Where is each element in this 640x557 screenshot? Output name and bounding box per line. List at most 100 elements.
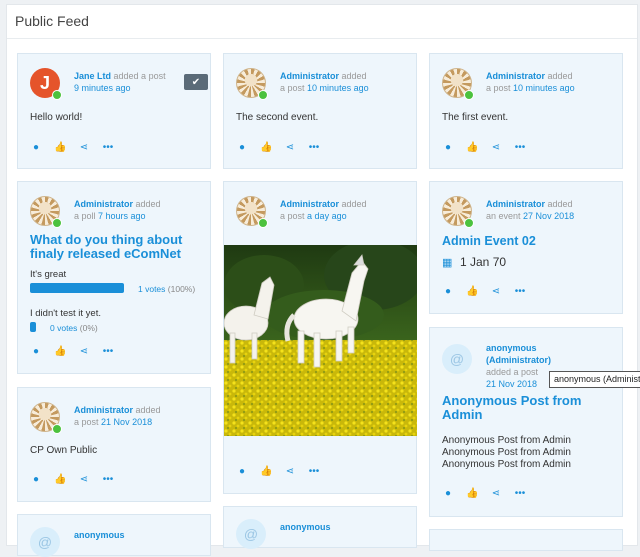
comment-icon[interactable]: ● xyxy=(30,474,42,486)
post-card-anon-partial: @ anonymous xyxy=(223,506,417,549)
post-meta: Jane Ltd added a post 9 minutes ago xyxy=(74,70,166,94)
author-link[interactable]: Administrator xyxy=(486,199,545,209)
post-actions: ● 👍 ⋖ ••• xyxy=(30,346,130,358)
event-date-value: 1 Jan 70 xyxy=(460,255,507,269)
check-icon[interactable]: ✔ xyxy=(184,74,208,90)
share-icon[interactable]: ⋖ xyxy=(78,142,90,154)
author-link[interactable]: anonymous xyxy=(280,522,331,532)
post-title[interactable]: Anonymous Post from Admin xyxy=(442,394,614,422)
post-time-link[interactable]: 21 Nov 2018 xyxy=(101,417,152,427)
more-icon[interactable]: ••• xyxy=(308,142,320,154)
post-verb: added a post xyxy=(113,71,166,81)
post-time-link[interactable]: a day ago xyxy=(307,211,347,221)
thumbs-up-icon[interactable]: 👍 xyxy=(466,142,478,154)
online-status-icon xyxy=(258,90,268,100)
post-content: CP Own Public xyxy=(30,445,98,456)
poll-card: Administrator added a poll 7 hours ago W… xyxy=(17,181,211,374)
post-card-photo: Administrator added a post a day ago ● 👍… xyxy=(223,181,417,494)
author-link[interactable]: anonymous xyxy=(486,343,537,353)
post-verb: added a post xyxy=(486,367,539,377)
more-icon[interactable]: ••• xyxy=(102,474,114,486)
comment-icon[interactable]: ● xyxy=(442,488,454,500)
share-icon[interactable]: ⋖ xyxy=(78,474,90,486)
poll-option-bar[interactable] xyxy=(30,283,124,293)
post-verb: added xyxy=(547,71,573,81)
post-verb: added xyxy=(341,71,367,81)
author-link[interactable]: Administrator xyxy=(74,405,133,415)
poll-option-bar[interactable] xyxy=(30,322,36,332)
more-icon[interactable]: ••• xyxy=(308,466,320,478)
comment-icon[interactable]: ● xyxy=(236,466,248,478)
more-icon[interactable]: ••• xyxy=(102,142,114,154)
post-card-cp: Administrator added a post 21 Nov 2018 C… xyxy=(17,387,211,502)
post-header: Administrator added a post a day ago xyxy=(236,196,408,230)
comment-icon[interactable]: ● xyxy=(30,346,42,358)
share-icon[interactable]: ⋖ xyxy=(284,466,296,478)
post-card-first-event: Administrator added a post 10 minutes ag… xyxy=(429,53,623,169)
author-link[interactable]: anonymous xyxy=(74,530,125,540)
thumbs-up-icon[interactable]: 👍 xyxy=(466,286,478,298)
thumbs-up-icon[interactable]: 👍 xyxy=(260,142,272,154)
comment-icon[interactable]: ● xyxy=(236,142,248,154)
post-time-link[interactable]: 9 minutes ago xyxy=(74,83,131,93)
content-line: Anonymous Post from Admin xyxy=(442,435,571,446)
post-meta: anonymous xyxy=(280,521,331,533)
post-card-second-event: Administrator added a post 10 minutes ag… xyxy=(223,53,417,169)
more-icon[interactable]: ••• xyxy=(514,488,526,500)
post-content: The first event. xyxy=(442,112,509,123)
vote-count[interactable]: 0 votes xyxy=(50,323,77,333)
comment-icon[interactable]: ● xyxy=(442,142,454,154)
author-link[interactable]: Administrator xyxy=(74,199,133,209)
post-verb: added xyxy=(547,199,573,209)
panel-title: Public Feed xyxy=(15,13,89,29)
vote-count[interactable]: 1 votes xyxy=(138,284,165,294)
post-actions: ● 👍 ⋖ ••• xyxy=(442,286,542,298)
horses-photo[interactable] xyxy=(224,245,417,436)
author-link[interactable]: Administrator xyxy=(280,71,339,81)
post-time-link[interactable]: 10 minutes ago xyxy=(307,83,369,93)
post-verb: added xyxy=(135,405,161,415)
thumbs-up-icon[interactable]: 👍 xyxy=(54,142,66,154)
share-icon[interactable]: ⋖ xyxy=(490,142,502,154)
thumbs-up-icon[interactable]: 👍 xyxy=(260,466,272,478)
more-icon[interactable]: ••• xyxy=(102,346,114,358)
post-header: Administrator added a post 10 minutes ag… xyxy=(236,68,408,102)
anonymous-avatar-icon[interactable]: @ xyxy=(442,344,472,374)
post-content: Hello world! xyxy=(30,112,83,123)
post-time-link[interactable]: 27 Nov 2018 xyxy=(523,211,574,221)
author-link[interactable]: Administrator xyxy=(486,71,545,81)
thumbs-up-icon[interactable]: 👍 xyxy=(54,346,66,358)
poll-option-label: It's great xyxy=(30,269,67,280)
thumbs-up-icon[interactable]: 👍 xyxy=(466,488,478,500)
post-card-jane: J Jane Ltd added a post 9 minutes ago ✔ … xyxy=(17,53,211,169)
post-time-link[interactable]: 21 Nov 2018 xyxy=(486,379,537,389)
anonymous-avatar-icon[interactable]: @ xyxy=(236,519,266,549)
event-card: Administrator added an event 27 Nov 2018… xyxy=(429,181,623,314)
content-line: Anonymous Post from Admin xyxy=(442,459,571,470)
thumbs-up-icon[interactable]: 👍 xyxy=(54,474,66,486)
poll-question[interactable]: What do you thing about finaly released … xyxy=(30,233,202,261)
online-status-icon xyxy=(52,424,62,434)
online-status-icon xyxy=(52,218,62,228)
author-role-link[interactable]: (Administrator) xyxy=(486,355,551,365)
comment-icon[interactable]: ● xyxy=(442,286,454,298)
author-link[interactable]: Administrator xyxy=(280,199,339,209)
post-header: Administrator added a poll 7 hours ago xyxy=(30,196,202,230)
share-icon[interactable]: ⋖ xyxy=(78,346,90,358)
share-icon[interactable]: ⋖ xyxy=(490,286,502,298)
anonymous-avatar-icon[interactable]: @ xyxy=(30,527,60,557)
more-icon[interactable]: ••• xyxy=(514,142,526,154)
share-icon[interactable]: ⋖ xyxy=(490,488,502,500)
poll-option-votes: 0 votes (0%) xyxy=(50,323,98,333)
content-line: Anonymous Post from Admin xyxy=(442,447,571,458)
share-icon[interactable]: ⋖ xyxy=(284,142,296,154)
post-time-link[interactable]: 7 hours ago xyxy=(98,211,146,221)
post-card-partial xyxy=(429,529,623,551)
more-icon[interactable]: ••• xyxy=(514,286,526,298)
post-time-link[interactable]: 10 minutes ago xyxy=(513,83,575,93)
event-title[interactable]: Admin Event 02 xyxy=(442,234,536,248)
author-link[interactable]: Jane Ltd xyxy=(74,71,111,81)
comment-icon[interactable]: ● xyxy=(30,142,42,154)
post-actions: ● 👍 ⋖ ••• xyxy=(442,142,542,154)
post-meta: Administrator added an event 27 Nov 2018 xyxy=(486,198,574,222)
